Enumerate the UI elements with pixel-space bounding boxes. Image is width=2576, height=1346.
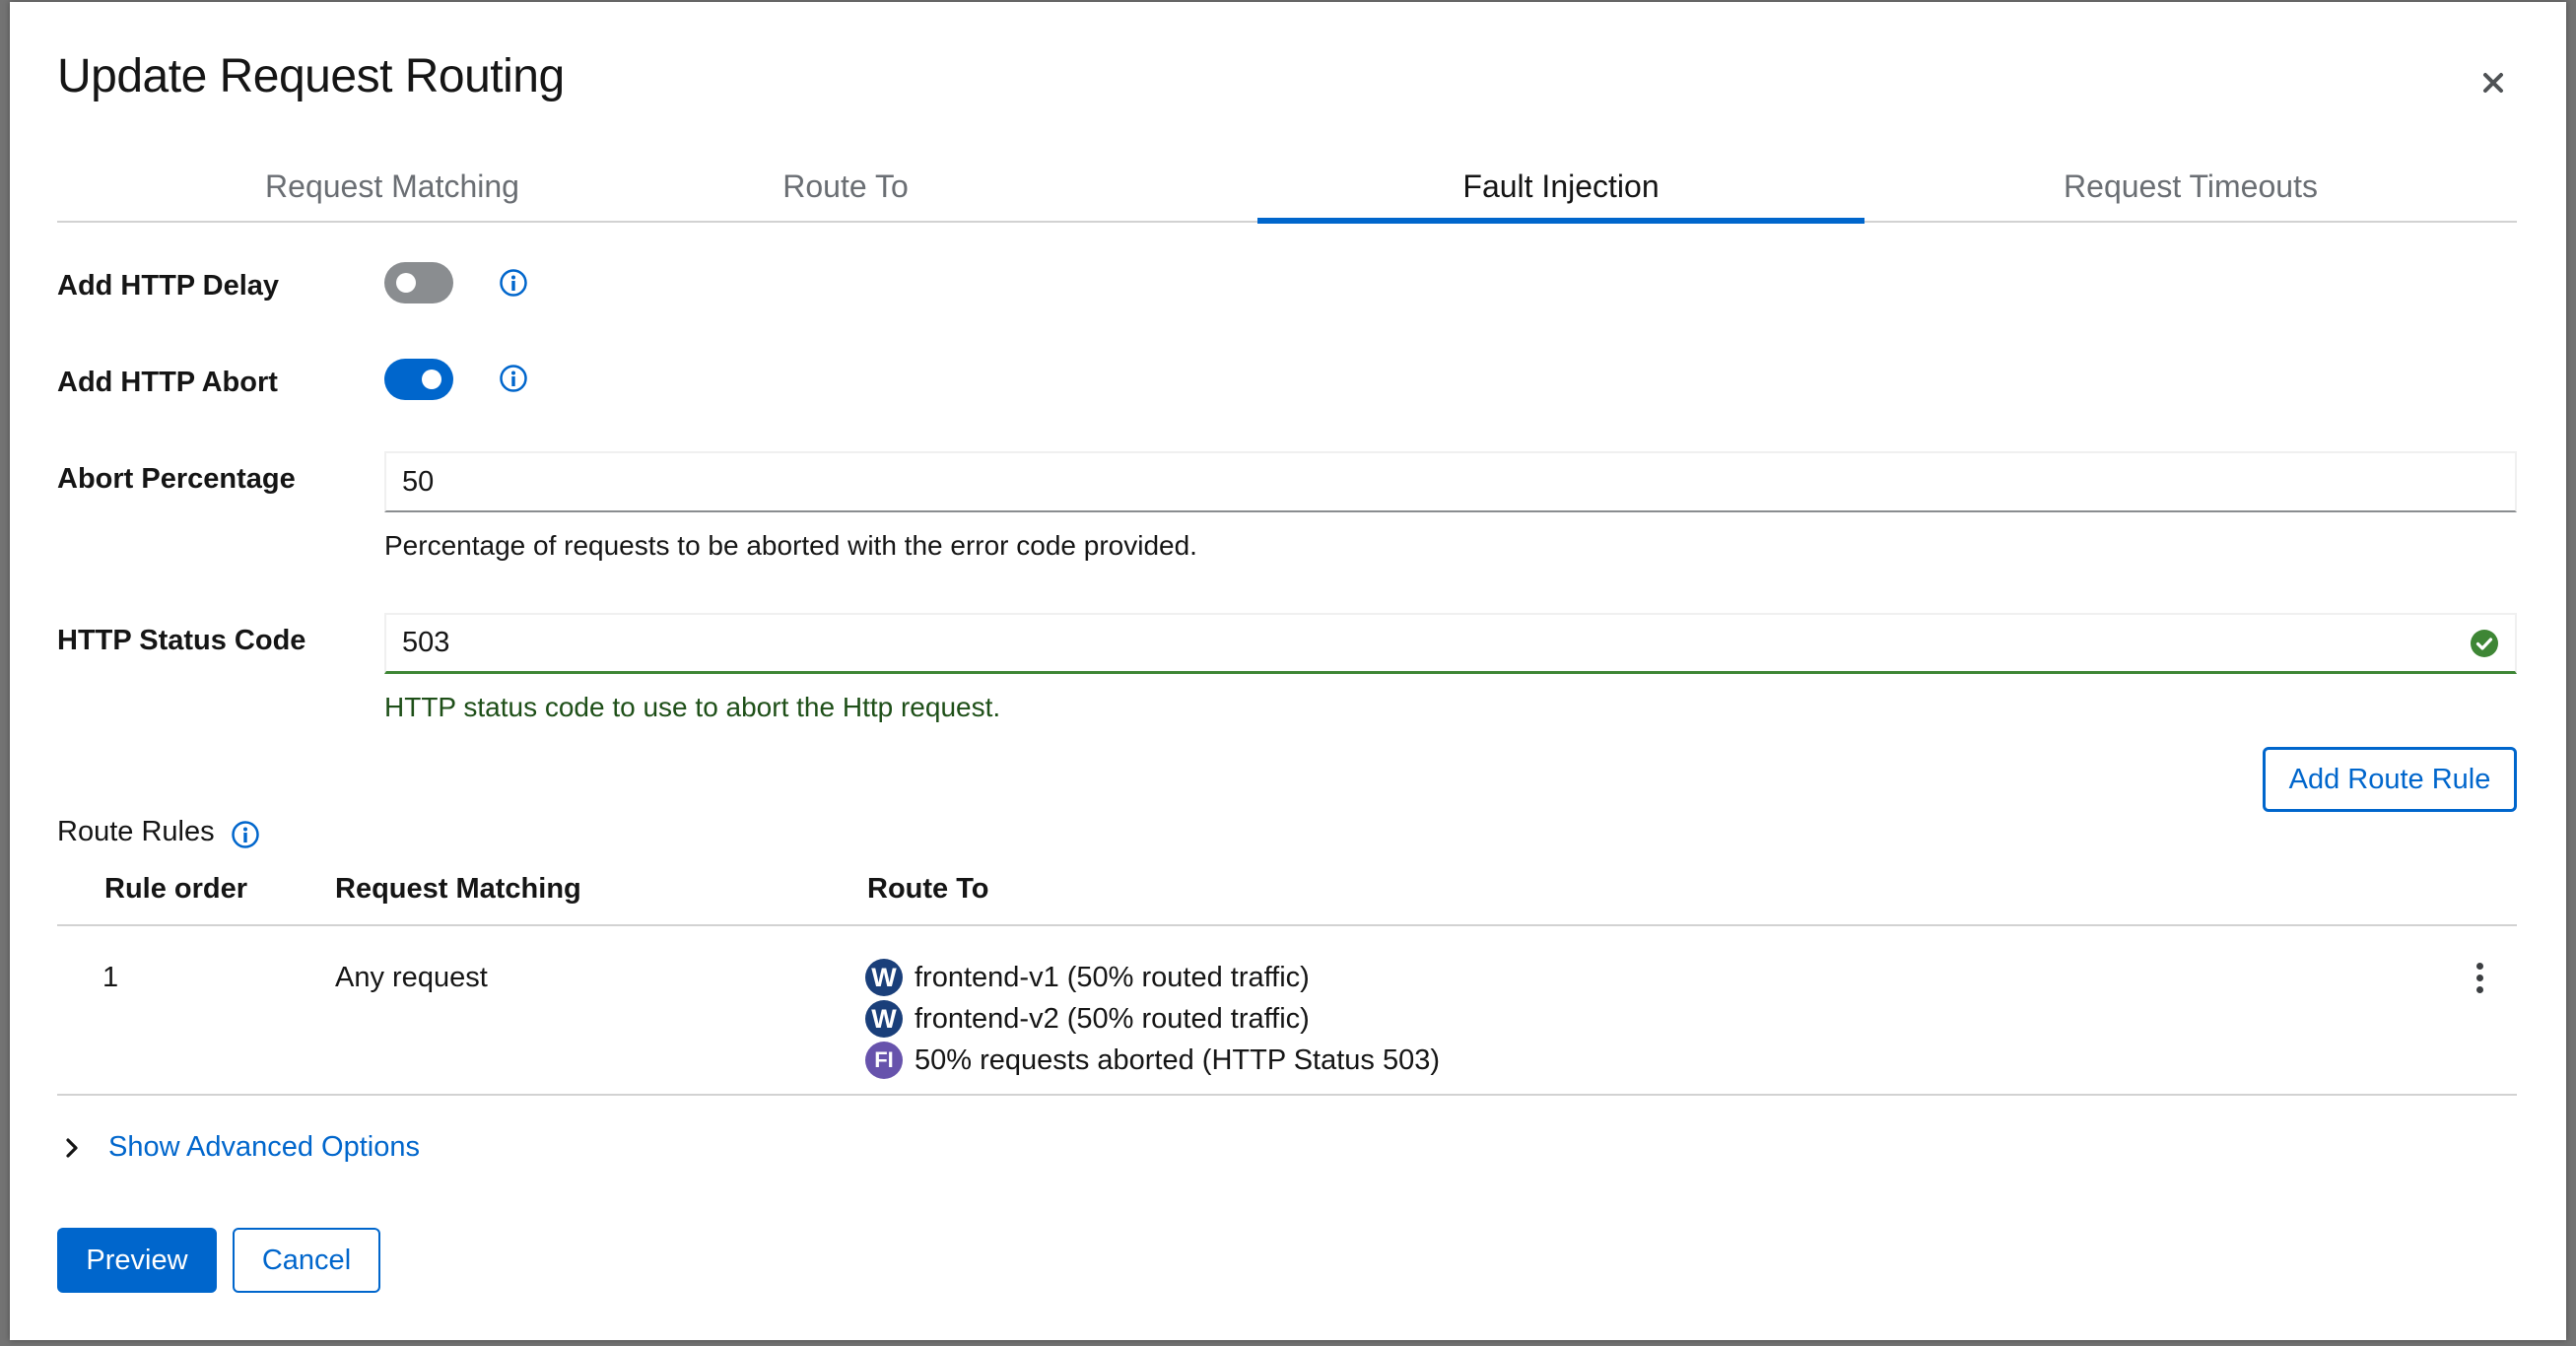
column-header-request-matching: Request Matching: [335, 873, 581, 905]
abort-percentage-value: 50: [402, 465, 435, 498]
toggle-knob: [422, 370, 441, 389]
http-delay-toggle[interactable]: [384, 262, 453, 303]
show-advanced-options-toggle[interactable]: Show Advanced Options: [65, 1131, 420, 1164]
preview-button[interactable]: Preview: [57, 1228, 217, 1293]
check-circle-icon: [2471, 630, 2498, 657]
tab-bar: Request Matching Route To Fault Injectio…: [57, 152, 2517, 224]
column-header-rule-order: Rule order: [104, 873, 248, 905]
show-advanced-options-label: Show Advanced Options: [108, 1131, 420, 1163]
route-rules-label: Route Rules: [57, 816, 215, 847]
http-abort-label: Add HTTP Abort: [57, 367, 278, 398]
tab-request-timeouts[interactable]: Request Timeouts: [1864, 152, 2517, 221]
info-icon[interactable]: [499, 268, 528, 298]
column-header-route-to: Route To: [867, 873, 989, 905]
route-to-text: 50% requests aborted (HTTP Status 503): [915, 1043, 1441, 1076]
request-matching-cell: Any request: [335, 962, 488, 993]
route-to-item: FI 50% requests aborted (HTTP Status 503…: [865, 1041, 1440, 1080]
route-to-text: frontend-v1 (50% routed traffic): [915, 961, 1310, 993]
info-icon[interactable]: [499, 364, 528, 393]
http-status-code-input[interactable]: 503: [384, 613, 2517, 674]
http-status-code-value: 503: [402, 627, 450, 658]
route-to-text: frontend-v2 (50% routed traffic): [915, 1002, 1310, 1035]
close-button[interactable]: [2472, 61, 2515, 104]
cancel-button[interactable]: Cancel: [233, 1228, 380, 1293]
tab-request-matching[interactable]: Request Matching: [57, 152, 727, 221]
fault-injection-badge-icon: FI: [865, 1042, 903, 1079]
info-icon[interactable]: [231, 820, 260, 849]
http-abort-toggle[interactable]: [384, 359, 453, 400]
modal-title: Update Request Routing: [57, 50, 565, 102]
close-icon: [2483, 73, 2503, 93]
http-status-code-label: HTTP Status Code: [57, 625, 306, 656]
add-route-rule-button[interactable]: Add Route Rule: [2263, 747, 2517, 812]
http-delay-label: Add HTTP Delay: [57, 270, 280, 302]
rule-order-cell: 1: [102, 962, 119, 993]
table-row-divider: [57, 1094, 2517, 1096]
tab-route-to[interactable]: Route To: [668, 152, 1023, 221]
workload-badge-icon: W: [865, 959, 903, 996]
update-request-routing-modal: Update Request Routing Request Matching …: [10, 2, 2566, 1340]
table-header-divider: [57, 924, 2517, 926]
workload-badge-icon: W: [865, 1000, 903, 1038]
route-rules-title: Route Rules: [57, 816, 215, 848]
abort-percentage-helper: Percentage of requests to be aborted wit…: [384, 530, 1197, 561]
http-status-code-helper: HTTP status code to use to abort the Htt…: [384, 692, 1001, 722]
route-to-item: W frontend-v2 (50% routed traffic): [865, 999, 1310, 1039]
abort-percentage-input[interactable]: 50: [384, 451, 2517, 512]
tab-fault-injection[interactable]: Fault Injection: [1257, 152, 1864, 224]
route-to-item: W frontend-v1 (50% routed traffic): [865, 958, 1310, 997]
kebab-menu-icon[interactable]: [2468, 958, 2491, 997]
chevron-right-icon: [66, 1137, 78, 1158]
toggle-knob: [396, 273, 416, 293]
abort-percentage-label: Abort Percentage: [57, 463, 296, 495]
